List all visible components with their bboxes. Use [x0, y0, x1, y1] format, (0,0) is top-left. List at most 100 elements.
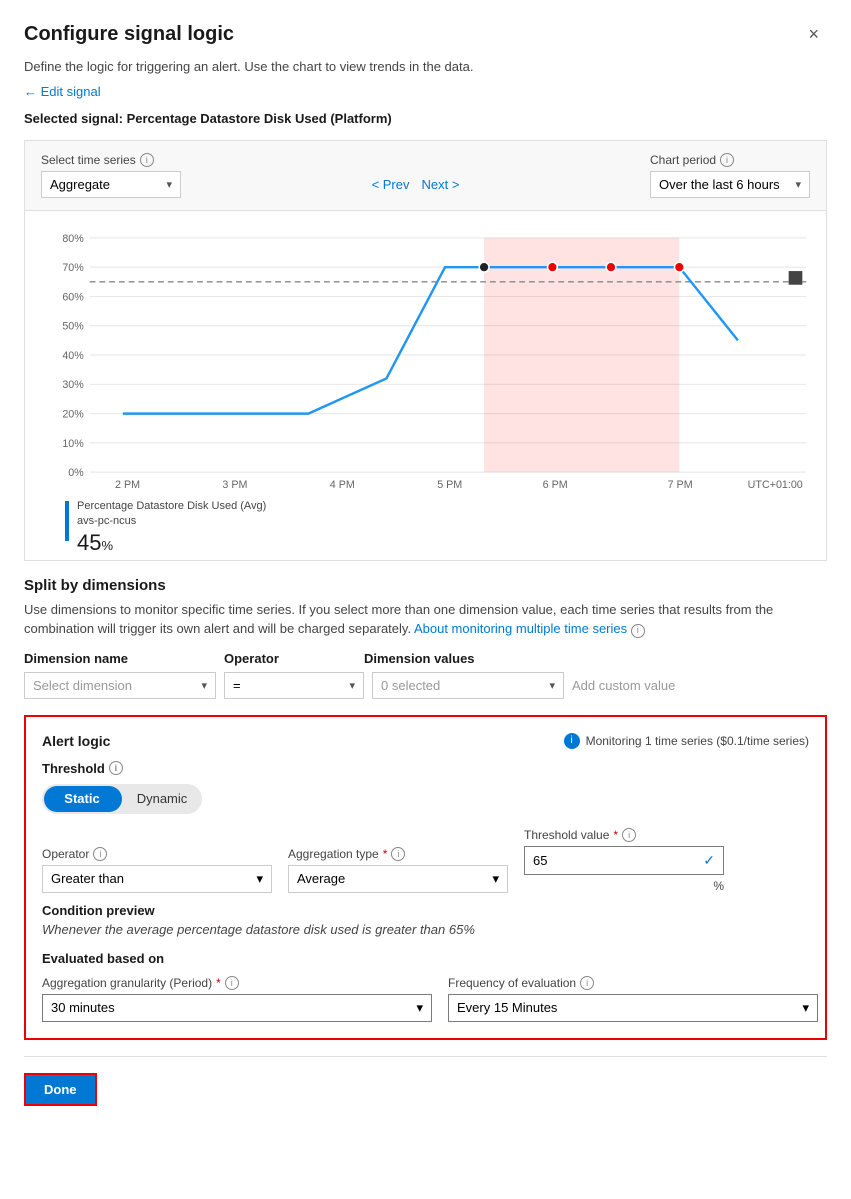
prev-button[interactable]: < Prev: [372, 177, 410, 192]
threshold-label: Threshold i: [42, 761, 809, 776]
svg-text:7 PM: 7 PM: [668, 479, 693, 491]
time-series-select[interactable]: Aggregate ▾: [41, 171, 181, 198]
time-series-info-icon[interactable]: i: [140, 153, 154, 167]
time-series-group: Select time series i Aggregate ▾: [41, 153, 181, 198]
aggregation-type-group: Aggregation type * i Average ▾: [288, 847, 508, 893]
toggle-static-option[interactable]: Static: [42, 784, 122, 814]
chart-period-info-icon[interactable]: i: [720, 153, 734, 167]
chevron-down-icon: ▾: [802, 1000, 809, 1016]
svg-text:2 PM: 2 PM: [115, 479, 140, 491]
threshold-value-input[interactable]: 65 ✓: [524, 846, 724, 875]
monitoring-badge: i Monitoring 1 time series ($0.1/time se…: [564, 733, 809, 749]
alert-logic-title: Alert logic: [42, 733, 110, 749]
selected-signal-label: Selected signal: Percentage Datastore Di…: [24, 111, 827, 126]
chevron-down-icon: ▾: [795, 178, 801, 191]
required-star: *: [383, 847, 388, 861]
close-button[interactable]: ×: [800, 20, 827, 49]
chart-legend: Percentage Datastore Disk Used (Avg) avs…: [35, 491, 816, 560]
frequency-select[interactable]: Every 15 Minutes ▾: [448, 994, 818, 1022]
required-star: *: [613, 828, 618, 842]
threshold-value-label: Threshold value * i: [524, 828, 724, 842]
monitoring-link-info-icon[interactable]: i: [631, 624, 645, 638]
granularity-info-icon[interactable]: i: [225, 976, 239, 990]
next-button[interactable]: Next >: [422, 177, 460, 192]
legend-name: Percentage Datastore Disk Used (Avg): [77, 499, 266, 514]
split-dimensions-section: Split by dimensions Use dimensions to mo…: [24, 577, 827, 699]
svg-text:20%: 20%: [62, 409, 84, 421]
operator-header: Operator: [224, 651, 364, 666]
operator-group: Operator i Greater than ▾: [42, 847, 272, 893]
chart-area: 80% 70% 60% 50% 40% 30% 20% 10% 0%: [24, 211, 827, 561]
svg-text:40%: 40%: [62, 350, 84, 362]
legend-info: Percentage Datastore Disk Used (Avg) avs…: [77, 499, 266, 556]
chevron-down-icon: ▾: [349, 679, 355, 692]
operator-info-icon[interactable]: i: [93, 847, 107, 861]
divider: [24, 1056, 827, 1057]
check-icon: ✓: [703, 852, 715, 869]
legend-value: 45: [77, 530, 101, 555]
legend-pct: %: [101, 538, 113, 553]
aggregation-type-label: Aggregation type * i: [288, 847, 508, 861]
svg-text:4 PM: 4 PM: [330, 479, 355, 491]
alert-logic-form-row: Operator i Greater than ▾ Aggregation ty…: [42, 828, 809, 893]
panel-header: Configure signal logic ×: [24, 20, 827, 49]
chart-period-group: Chart period i Over the last 6 hours ▾: [650, 153, 810, 198]
chevron-down-icon: ▾: [416, 1000, 423, 1016]
frequency-group: Frequency of evaluation i Every 15 Minut…: [448, 976, 818, 1022]
dimension-row: Select dimension ▾ = ▾ 0 selected ▾ Add …: [24, 672, 827, 699]
chart-svg: 80% 70% 60% 50% 40% 30% 20% 10% 0%: [35, 221, 816, 491]
alert-logic-header: Alert logic i Monitoring 1 time series (…: [42, 733, 809, 749]
operator-label: Operator i: [42, 847, 272, 861]
required-star: *: [216, 976, 221, 990]
threshold-info-icon[interactable]: i: [109, 761, 123, 775]
aggregation-granularity-label: Aggregation granularity (Period) * i: [42, 976, 432, 990]
evaluated-form-row: Aggregation granularity (Period) * i 30 …: [42, 976, 809, 1022]
panel-title: Configure signal logic: [24, 23, 234, 46]
svg-text:30%: 30%: [62, 379, 84, 391]
condition-preview-title: Condition preview: [42, 903, 809, 918]
dim-name-header: Dimension name: [24, 651, 224, 666]
done-button[interactable]: Done: [24, 1073, 97, 1106]
aggregation-granularity-group: Aggregation granularity (Period) * i 30 …: [42, 976, 432, 1022]
frequency-label: Frequency of evaluation i: [448, 976, 818, 990]
aggregation-granularity-select[interactable]: 30 minutes ▾: [42, 994, 432, 1022]
frequency-info-icon[interactable]: i: [580, 976, 594, 990]
condition-preview-text: Whenever the average percentage datastor…: [42, 922, 809, 937]
legend-color-bar: [65, 501, 69, 541]
configure-panel: Configure signal logic × Define the logi…: [0, 0, 851, 1199]
threshold-value-info-icon[interactable]: i: [622, 828, 636, 842]
info-circle-icon: i: [564, 733, 580, 749]
svg-text:50%: 50%: [62, 321, 84, 333]
time-series-label: Select time series i: [41, 153, 181, 167]
add-custom-value-link[interactable]: Add custom value: [572, 678, 675, 693]
threshold-unit-label: %: [524, 879, 724, 893]
chart-nav-buttons: < Prev Next >: [181, 159, 650, 192]
split-dimensions-title: Split by dimensions: [24, 577, 827, 594]
chevron-down-icon: ▾: [492, 871, 499, 887]
values-header: Dimension values: [364, 651, 564, 666]
operator-select-box[interactable]: Greater than ▾: [42, 865, 272, 893]
threshold-toggle[interactable]: Static Dynamic: [42, 784, 202, 814]
operator-select[interactable]: = ▾: [224, 672, 364, 699]
chevron-down-icon: ▾: [549, 679, 555, 692]
chevron-down-icon: ▾: [201, 679, 207, 692]
evaluated-based-on-title: Evaluated based on: [42, 951, 809, 966]
legend-sub: avs-pc-ncus: [77, 514, 266, 529]
subtitle-text: Define the logic for triggering an alert…: [24, 59, 827, 74]
chart-controls: Select time series i Aggregate ▾ < Prev …: [24, 140, 827, 211]
toggle-dynamic-option[interactable]: Dynamic: [122, 784, 202, 814]
svg-text:10%: 10%: [62, 438, 84, 450]
alert-logic-section: Alert logic i Monitoring 1 time series (…: [24, 715, 827, 1040]
svg-text:60%: 60%: [62, 291, 84, 303]
threshold-value-group: Threshold value * i 65 ✓ %: [524, 828, 724, 893]
edit-signal-link[interactable]: Edit signal: [24, 84, 101, 99]
svg-text:6 PM: 6 PM: [543, 479, 568, 491]
aggregation-info-icon[interactable]: i: [391, 847, 405, 861]
chart-period-select[interactable]: Over the last 6 hours ▾: [650, 171, 810, 198]
dimension-values-select[interactable]: 0 selected ▾: [372, 672, 564, 699]
monitoring-link[interactable]: About monitoring multiple time series: [414, 621, 627, 636]
svg-text:3 PM: 3 PM: [222, 479, 247, 491]
aggregation-select-box[interactable]: Average ▾: [288, 865, 508, 893]
svg-text:80%: 80%: [62, 233, 84, 245]
dimension-name-select[interactable]: Select dimension ▾: [24, 672, 216, 699]
